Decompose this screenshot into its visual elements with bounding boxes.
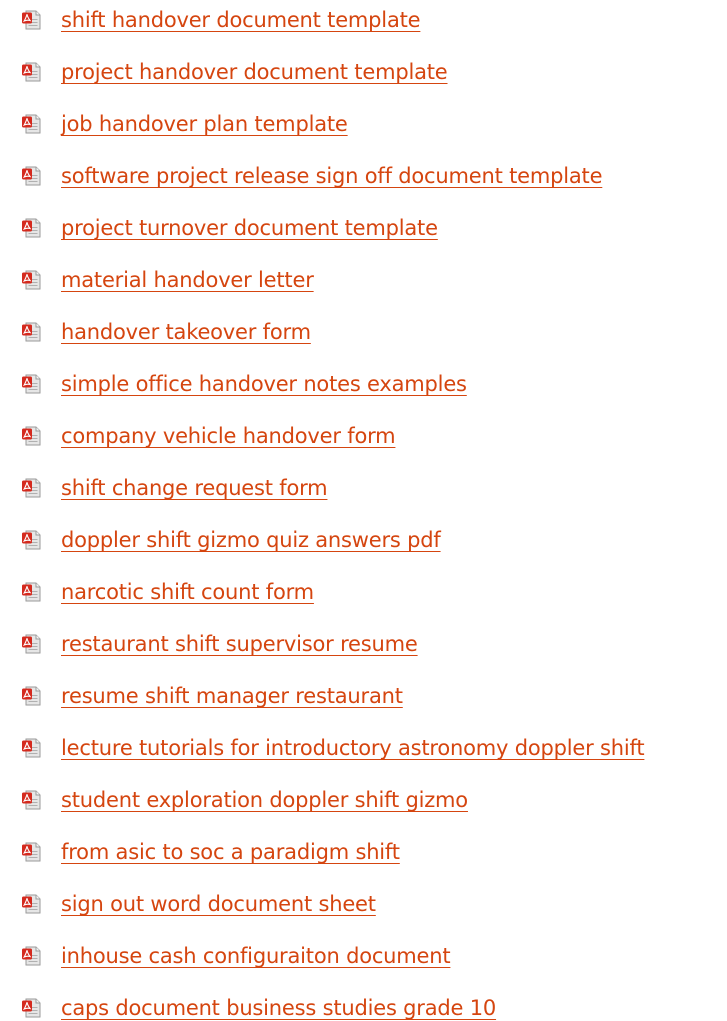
document-link[interactable]: project turnover document template	[61, 216, 438, 240]
document-link[interactable]: job handover plan template	[61, 112, 348, 136]
list-item: job handover plan template	[0, 98, 727, 150]
document-link[interactable]: resume shift manager restaurant	[61, 684, 403, 708]
list-item: narcotic shift count form	[0, 566, 727, 618]
pdf-file-icon	[22, 686, 41, 706]
document-link[interactable]: simple office handover notes examples	[61, 372, 467, 396]
document-link[interactable]: from asic to soc a paradigm shift	[61, 840, 400, 864]
document-link[interactable]: software project release sign off docume…	[61, 164, 602, 188]
document-link[interactable]: company vehicle handover form	[61, 424, 396, 448]
pdf-file-icon	[22, 738, 41, 758]
list-item: restaurant shift supervisor resume	[0, 618, 727, 670]
pdf-file-icon	[22, 998, 41, 1018]
document-link[interactable]: shift handover document template	[61, 8, 421, 32]
document-link[interactable]: project handover document template	[61, 60, 448, 84]
list-item: shift handover document template	[0, 0, 727, 46]
pdf-file-icon	[22, 10, 41, 30]
list-item: material handover letter	[0, 254, 727, 306]
pdf-file-icon	[22, 426, 41, 446]
pdf-file-icon	[22, 322, 41, 342]
list-item: student exploration doppler shift gizmo	[0, 774, 727, 826]
pdf-file-icon	[22, 218, 41, 238]
pdf-file-icon	[22, 478, 41, 498]
list-item: inhouse cash configuraiton document	[0, 930, 727, 982]
list-item: simple office handover notes examples	[0, 358, 727, 410]
pdf-file-icon	[22, 946, 41, 966]
document-link[interactable]: student exploration doppler shift gizmo	[61, 788, 468, 812]
list-item: project turnover document template	[0, 202, 727, 254]
list-item: caps document business studies grade 10	[0, 982, 727, 1021]
list-item: from asic to soc a paradigm shift	[0, 826, 727, 878]
list-item: project handover document template	[0, 46, 727, 98]
document-link[interactable]: narcotic shift count form	[61, 580, 314, 604]
pdf-file-icon	[22, 634, 41, 654]
pdf-file-icon	[22, 582, 41, 602]
list-item: software project release sign off docume…	[0, 150, 727, 202]
document-link[interactable]: restaurant shift supervisor resume	[61, 632, 418, 656]
document-link[interactable]: inhouse cash configuraiton document	[61, 944, 451, 968]
document-link[interactable]: handover takeover form	[61, 320, 311, 344]
pdf-file-icon	[22, 114, 41, 134]
pdf-file-icon	[22, 790, 41, 810]
list-item: doppler shift gizmo quiz answers pdf	[0, 514, 727, 566]
pdf-file-icon	[22, 62, 41, 82]
pdf-file-icon	[22, 374, 41, 394]
list-item: resume shift manager restaurant	[0, 670, 727, 722]
document-link[interactable]: caps document business studies grade 10	[61, 996, 496, 1020]
document-link-list: shift handover document template project…	[0, 0, 727, 1021]
document-link[interactable]: lecture tutorials for introductory astro…	[61, 736, 645, 760]
list-item: handover takeover form	[0, 306, 727, 358]
pdf-file-icon	[22, 894, 41, 914]
list-item: lecture tutorials for introductory astro…	[0, 722, 727, 774]
list-item: company vehicle handover form	[0, 410, 727, 462]
pdf-file-icon	[22, 166, 41, 186]
document-link[interactable]: shift change request form	[61, 476, 328, 500]
list-item: sign out word document sheet	[0, 878, 727, 930]
list-item: shift change request form	[0, 462, 727, 514]
document-link[interactable]: material handover letter	[61, 268, 314, 292]
pdf-file-icon	[22, 270, 41, 290]
pdf-file-icon	[22, 842, 41, 862]
document-link[interactable]: doppler shift gizmo quiz answers pdf	[61, 528, 441, 552]
pdf-file-icon	[22, 530, 41, 550]
document-link[interactable]: sign out word document sheet	[61, 892, 376, 916]
